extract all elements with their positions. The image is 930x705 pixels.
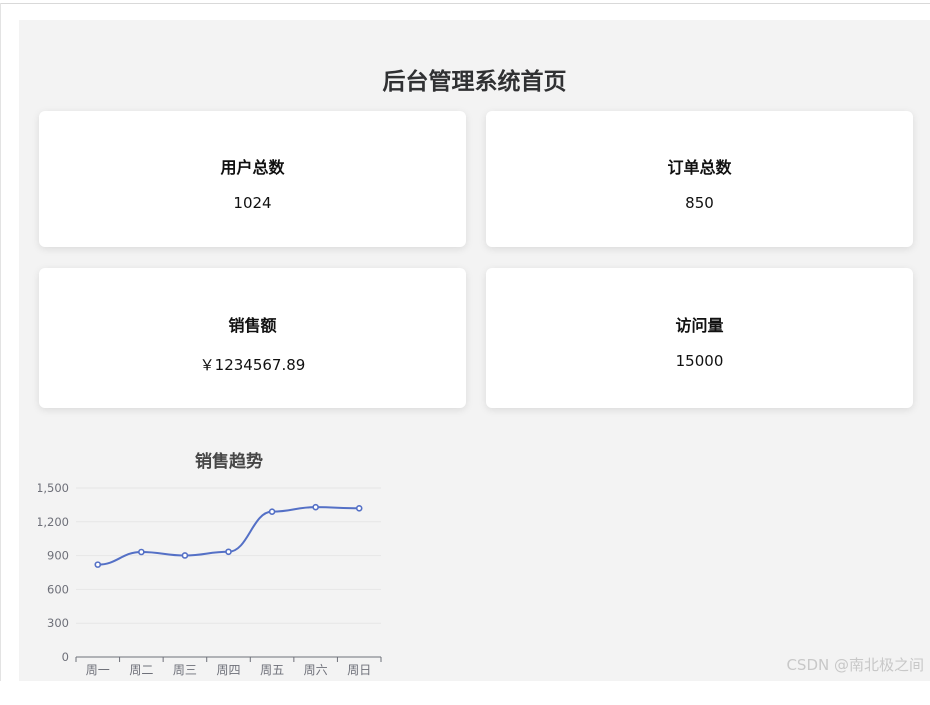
x-tick-label: 周一 bbox=[86, 663, 110, 677]
x-tick-label: 周六 bbox=[304, 663, 328, 677]
data-point bbox=[225, 548, 232, 556]
data-point bbox=[138, 548, 145, 556]
y-tick-label: 0 bbox=[62, 650, 69, 664]
y-tick-label: 600 bbox=[47, 582, 69, 596]
stat-card-users: 用户总数 1024 bbox=[39, 111, 466, 247]
stat-card-visits: 访问量 15000 bbox=[486, 268, 913, 408]
stat-card-value: 1024 bbox=[233, 194, 272, 212]
x-tick-label: 周四 bbox=[216, 663, 240, 677]
y-tick-label: 1,200 bbox=[38, 515, 69, 529]
window-left-border bbox=[0, 3, 1, 681]
y-tick-label: 300 bbox=[47, 616, 69, 630]
y-tick-label: 1,500 bbox=[38, 481, 69, 495]
page-title: 后台管理系统首页 bbox=[382, 69, 567, 95]
chart-canvas: 0 300 600 900 1,200 1,500 周一 周二 周三 周四 周五 周六 周日 bbox=[36, 481, 382, 677]
x-tick-label: 周二 bbox=[129, 663, 153, 677]
stat-card-label: 订单总数 bbox=[667, 158, 732, 177]
x-tick-label: 周日 bbox=[347, 663, 371, 677]
stat-card-value: 15000 bbox=[675, 352, 724, 370]
data-point bbox=[355, 504, 363, 512]
stat-card-label: 用户总数 bbox=[220, 158, 285, 177]
data-point bbox=[312, 503, 319, 511]
sales-trend-chart: 销售趋势 0 300 600 900 1,200 1,500 周一 周二 周三 周四 周五 周六 周日 bbox=[36, 440, 408, 701]
x-tick-label: 周三 bbox=[173, 663, 197, 677]
dashboard-panel: 后台管理系统首页 用户总数 1024 订单总数 850 销售额 ￥1234567… bbox=[19, 20, 930, 681]
watermark: CSDN @南北极之间 bbox=[786, 656, 924, 674]
stat-card-sales: 销售额 ￥1234567.89 bbox=[39, 268, 466, 408]
stat-card-orders: 订单总数 850 bbox=[486, 111, 913, 247]
chart-title: 销售趋势 bbox=[195, 452, 263, 472]
window-top-border bbox=[0, 3, 930, 4]
x-tick-label: 周五 bbox=[260, 663, 284, 677]
data-point bbox=[94, 561, 102, 568]
stat-card-value: 850 bbox=[685, 194, 714, 212]
stat-card-label: 访问量 bbox=[675, 316, 724, 335]
stat-card-label: 销售额 bbox=[228, 316, 277, 335]
y-tick-label: 900 bbox=[47, 549, 69, 563]
data-point bbox=[268, 508, 276, 515]
data-point bbox=[181, 552, 189, 559]
stat-card-value: ￥1234567.89 bbox=[199, 356, 306, 374]
